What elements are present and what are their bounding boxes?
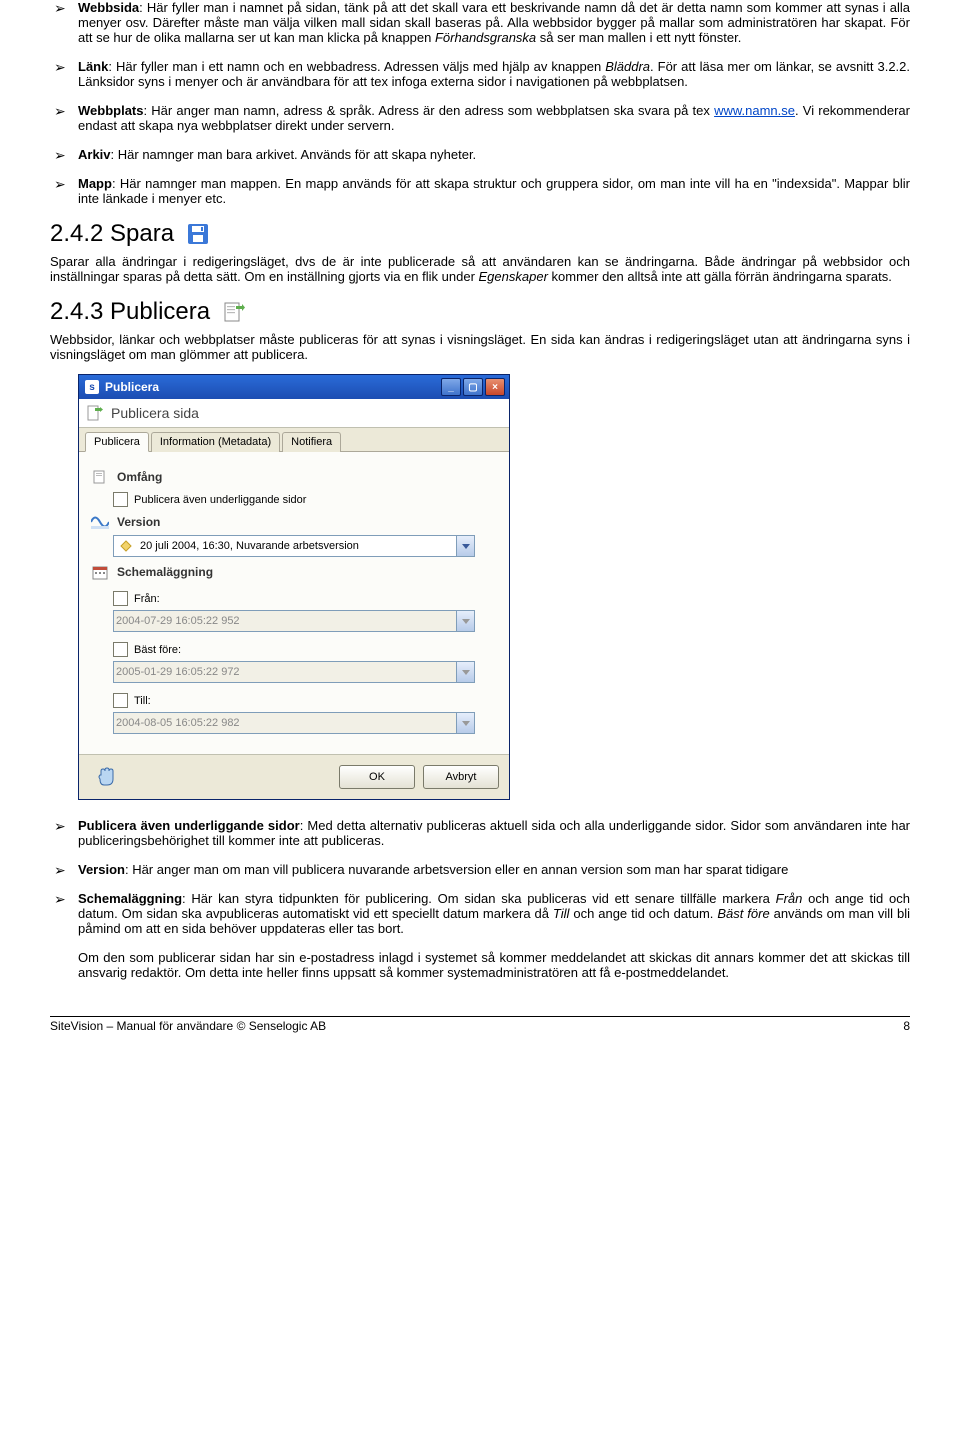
tab-information-metadata[interactable]: Information (Metadata) [151,432,280,452]
section-version: Version [91,513,497,531]
field-label-fran: Från: [134,593,160,605]
heading-text: 2.4.3 Publicera [50,298,210,326]
cancel-button[interactable]: Avbryt [423,765,499,789]
para-publicera: Webbsidor, länkar och webbplatser måste … [50,332,910,362]
bullet-label: Länk [78,59,108,74]
checkbox-bast-fore[interactable] [113,642,128,657]
bast-fore-value: 2005-01-29 16:05:22 972 [114,666,456,678]
heading-text: 2.4.2 Spara [50,220,174,248]
footer: SiteVision – Manual för användare © Sens… [50,1019,910,1033]
checkbox-label: Publicera även underliggande sidor [134,494,306,506]
fran-combo[interactable]: 2004-07-29 16:05:22 952 [113,610,475,632]
checkbox-fran[interactable] [113,591,128,606]
bullet-label: Publicera även underliggande sidor [78,818,300,833]
ok-button[interactable]: OK [339,765,415,789]
page-number: 8 [903,1019,910,1033]
fran-value: 2004-07-29 16:05:22 952 [114,615,456,627]
footer-separator [50,1016,910,1017]
bullet-version: Version: Här anger man om man vill publi… [50,862,910,877]
version-icon [91,513,109,531]
bullet-label: Webbplats [78,103,144,118]
dialog-titlebar[interactable]: s Publicera _ ▢ × [79,375,509,399]
heading-spara: 2.4.2 Spara [50,220,910,248]
bullet-label: Schemaläggning [78,891,182,906]
tab-publicera[interactable]: Publicera [85,432,149,452]
maximize-button[interactable]: ▢ [463,378,483,396]
dialog-subtitle: Publicera sida [111,405,199,421]
bullet-arkiv: Arkiv: Här namnger man bara arkivet. Anv… [50,147,910,162]
bullet-label: Webbsida [78,0,139,15]
field-label-till: Till: [134,695,151,707]
dialog-tabs: Publicera Information (Metadata) Notifie… [79,428,509,452]
diamond-icon [118,538,134,554]
till-value: 2004-08-05 16:05:22 982 [114,717,456,729]
chevron-down-icon[interactable] [456,611,474,631]
schedule-icon [91,563,109,581]
dialog-subtitle-row: Publicera sida [79,399,509,428]
chevron-down-icon[interactable] [456,536,474,556]
link-example-url[interactable]: www.namn.se [714,103,795,118]
bullet-mapp: Mapp: Här namnger man mappen. En mapp an… [50,176,910,206]
close-button[interactable]: × [485,378,505,396]
publish-dialog-screenshot: s Publicera _ ▢ × Publicera sida [78,374,910,800]
tab-notifiera[interactable]: Notifiera [282,432,341,452]
bullet-lank: Länk: Här fyller man i ett namn och en w… [50,59,910,89]
bullet-webbplats: Webbplats: Här anger man namn, adress & … [50,103,910,133]
save-icon [186,222,210,246]
section-omfang: Omfång [91,468,497,486]
till-combo[interactable]: 2004-08-05 16:05:22 982 [113,712,475,734]
heading-publicera: 2.4.3 Publicera [50,298,910,326]
dialog-title: Publicera [105,380,159,394]
checkbox-till[interactable] [113,693,128,708]
footer-left: SiteVision – Manual för användare © Sens… [50,1019,326,1033]
chevron-down-icon[interactable] [456,662,474,682]
bullet-schemalaggning: Schemaläggning: Här kan styra tidpunkten… [50,891,910,936]
publish-arrow-icon [87,405,103,421]
checkbox-underliggande[interactable] [113,492,128,507]
chevron-down-icon[interactable] [456,713,474,733]
bullet-label: Arkiv [78,147,111,162]
minimize-button[interactable]: _ [441,378,461,396]
field-label-bast-fore: Bäst före: [134,644,181,656]
para-spara: Sparar alla ändringar i redigeringsläget… [50,254,910,284]
hand-icon [95,767,115,787]
version-combo[interactable]: 20 juli 2004, 16:30, Nuvarande arbetsver… [113,535,475,557]
publish-dialog: s Publicera _ ▢ × Publicera sida [78,374,510,800]
bullet-label: Mapp [78,176,112,191]
version-value: 20 juli 2004, 16:30, Nuvarande arbetsver… [138,540,456,552]
bast-fore-combo[interactable]: 2005-01-29 16:05:22 972 [113,661,475,683]
scope-icon [91,468,109,486]
bullet-publ-underliggande: Publicera även underliggande sidor: Med … [50,818,910,848]
app-icon: s [85,380,99,394]
publish-page-icon [222,300,246,324]
section-schemalaggning: Schemaläggning [91,563,497,581]
para-epost: Om den som publicerar sidan har sin e-po… [50,950,910,980]
bullet-webbsida: Webbsida: Här fyller man i namnet på sid… [50,0,910,45]
bullet-label: Version [78,862,125,877]
